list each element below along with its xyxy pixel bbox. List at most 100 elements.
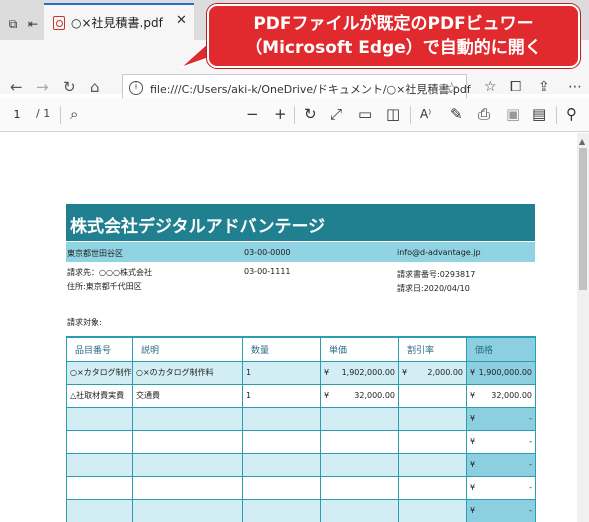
table-cell: ¥32,000.00 [466, 383, 536, 408]
table-cell [242, 406, 321, 431]
table-cell [66, 406, 133, 431]
table-cell: △社取材費実費 [66, 383, 133, 408]
cell-text: ○×カタログ制作費 [70, 368, 132, 377]
collections-icon[interactable]: ⧠ [510, 78, 521, 96]
cell-text: - [529, 414, 532, 423]
home-icon[interactable]: ⌂ [90, 78, 100, 96]
document-title-bar: 株式会社デジタルアドバンテージ [66, 204, 535, 241]
table-cell [132, 406, 243, 431]
fit-page-icon[interactable]: ⤢ [330, 105, 342, 123]
search-icon[interactable]: ⌕ [70, 105, 78, 123]
browser-tab[interactable]: ○×社見積書.pdf ✕ [44, 3, 194, 40]
cell-text: 2,000.00 [427, 368, 463, 377]
table-row: ¥ - [66, 475, 536, 500]
table-cell: ¥ - [466, 452, 536, 477]
pdf-file-icon [53, 16, 65, 30]
table-cell: ¥ - [466, 429, 536, 454]
invoice-items-table: 品目番号 説明 数量 単価 割引率 価格 ○×カタログ制作費 ○×のカタログ制作料… [66, 336, 536, 522]
table-cell: ¥ - [466, 475, 536, 500]
tab-title: ○×社見積書.pdf [71, 16, 163, 30]
cell-text: ¥ [470, 506, 476, 515]
table-cell [132, 498, 243, 522]
table-cell: ○×カタログ制作費 [66, 360, 133, 385]
cell-text: ¥ [402, 368, 408, 377]
table-cell [320, 475, 399, 500]
cell-text: △社取材費実費 [70, 391, 125, 400]
read-aloud-icon[interactable]: A⁾ [420, 105, 431, 123]
company-email: info@d-advantage.jp [397, 248, 481, 257]
company-title: 株式会社デジタルアドバンテージ [70, 217, 326, 237]
table-cell [398, 383, 467, 408]
table-row: ¥ - [66, 452, 536, 477]
tab-back-icon[interactable]: ⇤ [24, 16, 42, 32]
refresh-icon[interactable]: ↻ [63, 78, 76, 96]
favorite-star-icon[interactable]: ☆ [445, 79, 458, 97]
table-cell [398, 452, 467, 477]
settings-icon[interactable]: ⋯ [568, 78, 582, 96]
column-header: 説明 [132, 336, 243, 362]
rotate-icon[interactable]: ↻ [304, 105, 317, 123]
table-cell: ¥32,000.00 [320, 383, 399, 408]
cell-text: ¥ [470, 391, 476, 400]
cell-text: 1,902,000.00 [341, 368, 395, 377]
table-cell [320, 429, 399, 454]
draw-icon[interactable]: ✎ [450, 105, 463, 123]
billing-target-label: 請求対象: [67, 318, 102, 327]
table-cell [242, 475, 321, 500]
save-as-icon[interactable]: ▤ [532, 105, 546, 123]
cell-text: ¥ [324, 391, 330, 400]
reading-list-icon[interactable]: ☆ [484, 78, 497, 96]
invoice-number: 請求書番号:0293817 [397, 270, 476, 279]
table-cell: 1 [242, 360, 321, 385]
table-cell [242, 452, 321, 477]
company-address: 東京都世田谷区 [67, 249, 123, 258]
back-arrow-icon[interactable]: ← [10, 78, 23, 96]
table-cell: 1 [242, 383, 321, 408]
scroll-up-icon[interactable]: ▲ [579, 137, 585, 146]
table-cell [398, 429, 467, 454]
zoom-in-icon[interactable]: + [274, 105, 287, 123]
cell-text: ¥ [470, 460, 476, 469]
cell-text: ¥ [324, 368, 330, 377]
cell-text: - [529, 437, 532, 446]
cell-text: - [529, 483, 532, 492]
callout-line-1: PDFファイルが既定のPDFビュワー [253, 14, 534, 34]
zoom-out-icon[interactable]: − [246, 105, 259, 123]
page-view-icon[interactable]: ▭ [358, 105, 372, 123]
two-page-icon[interactable]: ◫ [386, 105, 400, 123]
table-row: ¥ - [66, 498, 536, 522]
file-info-icon[interactable]: i [129, 81, 143, 95]
pin-icon[interactable]: ⚲ [566, 105, 577, 123]
share-icon[interactable]: ⇪ [538, 78, 550, 96]
table-cell: ○×のカタログ制作料 [132, 360, 243, 385]
page-number-input[interactable]: 1 [5, 106, 29, 124]
column-header: 価格 [466, 336, 536, 362]
table-row: ¥ - [66, 406, 536, 431]
cell-text: ¥ [470, 414, 476, 423]
url-text[interactable]: file:///C:/Users/aki-k/OneDrive/ドキュメント/○… [150, 81, 471, 97]
table-cell [132, 452, 243, 477]
table-cell [398, 406, 467, 431]
forward-arrow-icon[interactable]: → [36, 78, 49, 96]
table-cell: ¥ - [466, 406, 536, 431]
close-icon[interactable]: ✕ [176, 13, 187, 28]
table-cell: ¥1,902,000.00 [320, 360, 399, 385]
column-header: 品目番号 [66, 336, 133, 362]
toolbar-divider [410, 106, 411, 124]
column-header: 割引率 [398, 336, 467, 362]
tab-list-icon[interactable]: ⧉ [4, 16, 22, 32]
print-icon[interactable]: ⎙ [478, 105, 490, 123]
table-cell [66, 429, 133, 454]
table-cell [66, 475, 133, 500]
scrollbar-thumb[interactable] [579, 148, 587, 290]
table-cell: ¥1,900,000.00 [466, 360, 536, 385]
table-cell [242, 429, 321, 454]
cell-text: 交通費 [136, 391, 160, 400]
table-cell [66, 498, 133, 522]
cell-text: ○×のカタログ制作料 [136, 368, 214, 377]
company-phone: 03-00-0000 [244, 248, 291, 257]
save-icon[interactable]: ▣ [506, 105, 520, 123]
cell-text: 1 [246, 391, 252, 400]
company-info-band: 東京都世田谷区 03-00-0000 info@d-advantage.jp [66, 242, 535, 262]
cell-text: - [529, 460, 532, 469]
